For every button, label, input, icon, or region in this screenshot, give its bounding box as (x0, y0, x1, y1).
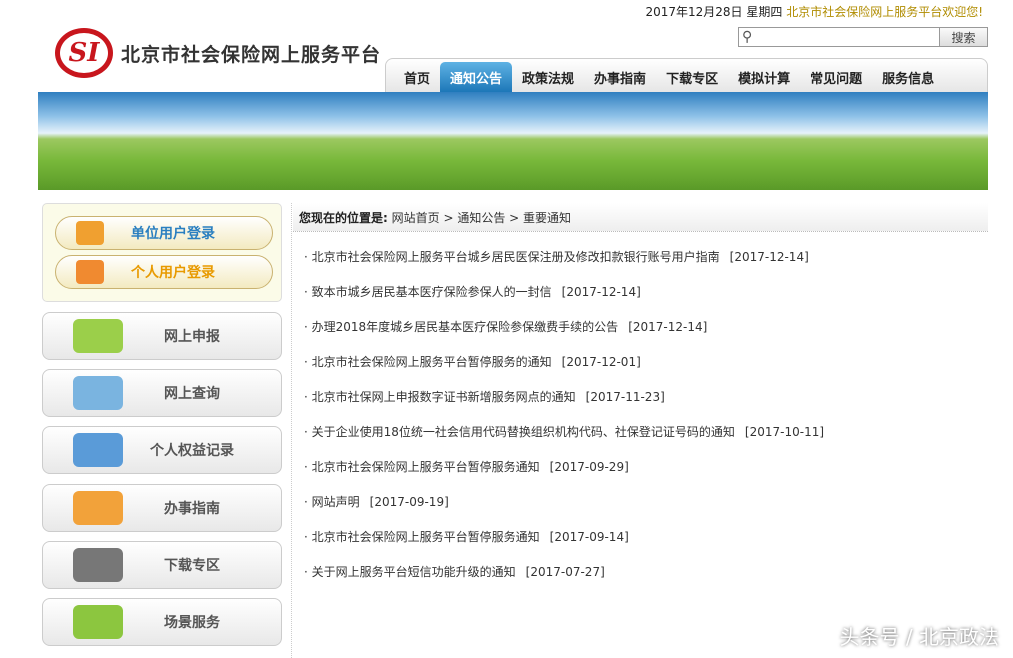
divider (291, 203, 292, 658)
computer-icon (73, 433, 123, 467)
notice-title[interactable]: 北京市社会保险网上服务平台暂停服务通知 (312, 530, 540, 544)
notice-title[interactable]: 致本市城乡居民基本医疗保险参保人的一封信 (312, 285, 552, 299)
sidebar-label: 网上申报 (164, 326, 220, 346)
floppy-icon (73, 548, 123, 582)
magnifier-icon (73, 376, 123, 410)
notice-title[interactable]: 关于网上服务平台短信功能升级的通知 (312, 565, 516, 579)
notice-date: [2017-12-01] (562, 355, 641, 369)
list-item[interactable]: · 网站声明[2017-09-19] (304, 493, 824, 528)
notice-title[interactable]: 北京市社保网上申报数字证书新增服务网点的通知 (312, 390, 576, 404)
notice-date: [2017-12-14] (628, 320, 707, 334)
tab-policies[interactable]: 政策法规 (512, 62, 584, 92)
tab-notices[interactable]: 通知公告 (440, 62, 512, 92)
cubes-icon (73, 319, 123, 353)
breadcrumb: 您现在的位置是: 网站首页 > 通知公告 > 重要通知 (293, 203, 988, 232)
tab-guide[interactable]: 办事指南 (584, 62, 656, 92)
list-item[interactable]: · 北京市社保网上申报数字证书新增服务网点的通知[2017-11-23] (304, 388, 824, 423)
sidebar-item-downloads[interactable]: 下载专区 (42, 541, 282, 589)
plate-icon (73, 605, 123, 639)
sidebar-label: 场景服务 (164, 612, 220, 632)
site-title: 北京市社会保险网上服务平台 (121, 40, 381, 67)
list-item[interactable]: · 办理2018年度城乡居民基本医疗保险参保缴费手续的公告[2017-12-14… (304, 318, 824, 353)
list-item[interactable]: · 北京市社会保险网上服务平台暂停服务通知[2017-09-29] (304, 458, 824, 493)
personal-login-label: 个人用户登录 (131, 262, 215, 282)
grassland-banner (38, 92, 988, 190)
list-item[interactable]: · 致本市城乡居民基本医疗保险参保人的一封信[2017-12-14] (304, 283, 824, 318)
sidebar-label: 办事指南 (164, 498, 220, 518)
top-info: 2017年12月28日 星期四 北京市社会保险网上服务平台欢迎您! (645, 3, 983, 20)
notice-date: [2017-12-14] (730, 250, 809, 264)
notice-date: [2017-09-29] (550, 460, 629, 474)
list-item[interactable]: · 北京市社会保险网上服务平台暂停服务的通知[2017-12-01] (304, 353, 824, 388)
notice-date: [2017-11-23] (586, 390, 665, 404)
sidebar-label: 下载专区 (164, 555, 220, 575)
unit-login-button[interactable]: 单位用户登录 (55, 216, 273, 250)
sidebar-item-online-declare[interactable]: 网上申报 (42, 312, 282, 360)
list-item[interactable]: · 关于网上服务平台短信功能升级的通知[2017-07-27] (304, 563, 824, 598)
tab-home[interactable]: 首页 (394, 62, 440, 92)
tab-calculator[interactable]: 模拟计算 (728, 62, 800, 92)
notice-date: [2017-07-27] (526, 565, 605, 579)
factory-icon (76, 221, 104, 245)
main-nav: 首页 通知公告 政策法规 办事指南 下载专区 模拟计算 常见问题 服务信息 (385, 58, 988, 92)
notice-title[interactable]: 北京市社会保险网上服务平台暂停服务通知 (312, 460, 540, 474)
welcome-text: 北京市社会保险网上服务平台欢迎您! (786, 5, 983, 19)
search-input[interactable]: ⚲ (738, 27, 940, 47)
search-bar: ⚲ 搜索 (738, 27, 988, 47)
sidebar-item-rights-record[interactable]: 个人权益记录 (42, 426, 282, 474)
tab-downloads[interactable]: 下载专区 (656, 62, 728, 92)
notice-list: · 北京市社会保险网上服务平台城乡居民医保注册及修改扣款银行账号用户指南[201… (304, 248, 824, 598)
sidebar-label: 网上查询 (164, 383, 220, 403)
notice-title[interactable]: 网站声明 (312, 495, 360, 509)
list-item[interactable]: · 北京市社会保险网上服务平台暂停服务通知[2017-09-14] (304, 528, 824, 563)
sidebar-item-guide[interactable]: 办事指南 (42, 484, 282, 532)
box-icon (73, 491, 123, 525)
si-logo-icon: SI (55, 28, 113, 78)
breadcrumb-prefix: 您现在的位置是: (299, 209, 388, 226)
tab-faq[interactable]: 常见问题 (800, 62, 872, 92)
breadcrumb-path[interactable]: 网站首页 > 通知公告 > 重要通知 (392, 209, 571, 226)
sidebar-label: 个人权益记录 (150, 440, 234, 460)
tab-service-info[interactable]: 服务信息 (872, 62, 944, 92)
login-panel: 单位用户登录 个人用户登录 (42, 203, 282, 302)
sidebar-item-online-query[interactable]: 网上查询 (42, 369, 282, 417)
list-item[interactable]: · 北京市社会保险网上服务平台城乡居民医保注册及修改扣款银行账号用户指南[201… (304, 248, 824, 283)
personal-login-button[interactable]: 个人用户登录 (55, 255, 273, 289)
site-logo[interactable]: SI 北京市社会保险网上服务平台 (55, 28, 381, 78)
notice-title[interactable]: 关于企业使用18位统一社会信用代码替换组织机构代码、社保登记证号码的通知 (312, 425, 735, 439)
notice-title[interactable]: 北京市社会保险网上服务平台城乡居民医保注册及修改扣款银行账号用户指南 (312, 250, 720, 264)
search-button[interactable]: 搜索 (940, 27, 988, 47)
sidebar-item-scenario[interactable]: 场景服务 (42, 598, 282, 646)
list-item[interactable]: · 关于企业使用18位统一社会信用代码替换组织机构代码、社保登记证号码的通知[2… (304, 423, 824, 458)
notice-date: [2017-09-19] (370, 495, 449, 509)
notice-title[interactable]: 北京市社会保险网上服务平台暂停服务的通知 (312, 355, 552, 369)
watermark: 头条号 / 北京政法 (840, 621, 999, 650)
unit-login-label: 单位用户登录 (131, 223, 215, 243)
notice-title[interactable]: 办理2018年度城乡居民基本医疗保险参保缴费手续的公告 (312, 320, 619, 334)
notice-date: [2017-12-14] (562, 285, 641, 299)
notice-date: [2017-09-14] (550, 530, 629, 544)
person-icon (76, 260, 104, 284)
notice-date: [2017-10-11] (745, 425, 824, 439)
search-icon: ⚲ (742, 29, 752, 45)
date-text: 2017年12月28日 星期四 (645, 5, 782, 19)
